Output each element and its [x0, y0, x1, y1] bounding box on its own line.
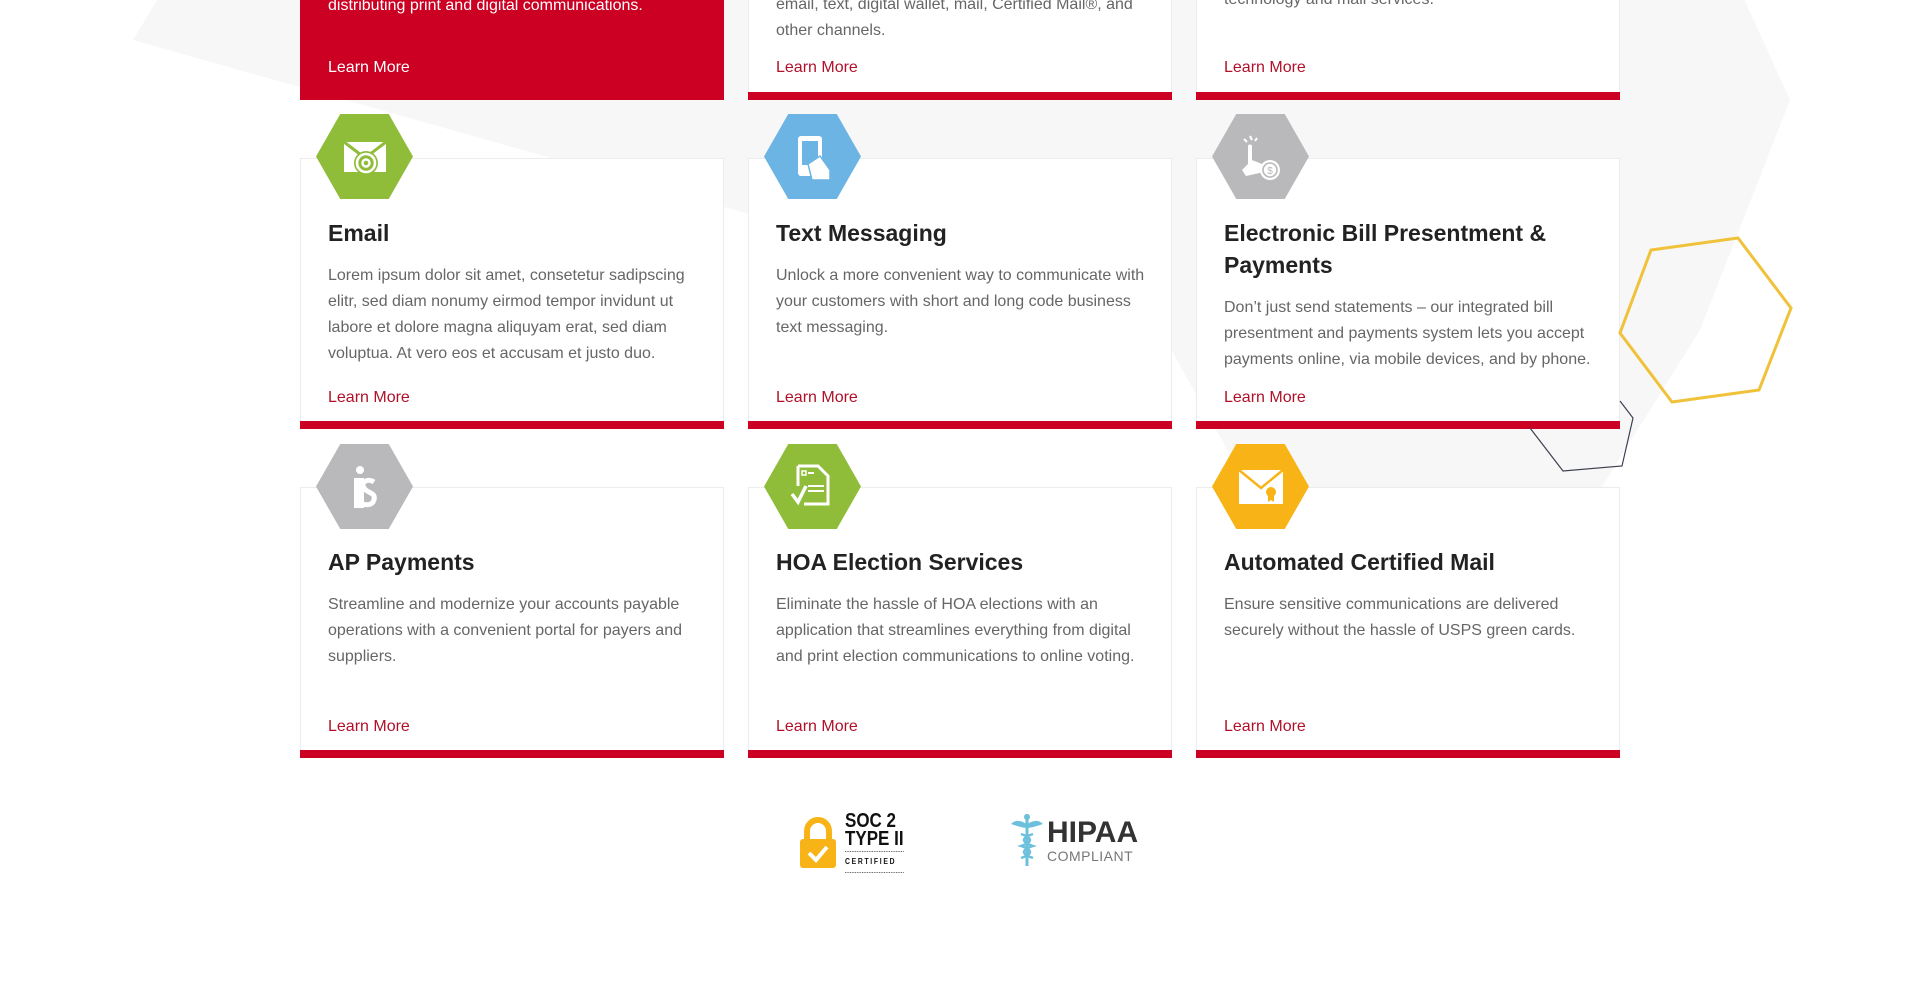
learn-more-link[interactable]: Learn More	[1224, 718, 1306, 736]
card-description: Streamline and modernize your accounts p…	[328, 596, 682, 665]
card-description: Lorem ipsum dolor sit amet, consetetur s…	[328, 267, 685, 362]
soc2-badge: SOC 2 TYPE II CERTIFIED	[799, 811, 914, 873]
card-accent-bar	[748, 421, 1172, 429]
card-description: technology and mail services.	[1224, 0, 1604, 13]
card-accent-bar	[300, 750, 724, 758]
card-accent-bar	[1196, 92, 1620, 100]
card-description: Eliminate the hassle of HOA elections wi…	[776, 596, 1135, 665]
certification-logos: SOC 2 TYPE II CERTIFIED HIPAA COMPLIANT	[0, 811, 1920, 876]
learn-more-link[interactable]: Learn More	[776, 59, 858, 77]
card-accent-bar	[1196, 750, 1620, 758]
soc-line-2: TYPE II	[845, 828, 904, 850]
learn-more-link[interactable]: Learn More	[328, 389, 410, 407]
card-title: HOA Election Services	[776, 549, 1024, 575]
hipaa-line-1: HIPAA	[1047, 815, 1139, 849]
hipaa-badge: HIPAA COMPLIANT	[1009, 812, 1138, 868]
card-description: distributing print and digital communica…	[328, 0, 643, 14]
card-description: Ensure sensitive communications are deli…	[1224, 596, 1576, 639]
learn-more-link[interactable]: Learn More	[1224, 59, 1306, 77]
service-card-featured: distributing print and digital communica…	[300, 0, 724, 100]
padlock-check-icon	[800, 816, 836, 868]
service-card: email, text, digital wallet, mail, Certi…	[748, 0, 1172, 100]
hipaa-line-2: COMPLIANT	[1047, 847, 1134, 864]
learn-more-link[interactable]: Learn More	[1224, 389, 1306, 407]
card-description-line: email, text, digital wallet, mail, Certi…	[776, 0, 1133, 13]
card-title: Text Messaging	[776, 220, 947, 246]
card-title: Email	[328, 220, 390, 246]
learn-more-link[interactable]: Learn More	[328, 718, 410, 736]
learn-more-link[interactable]: Learn More	[776, 718, 858, 736]
card-accent-bar	[300, 421, 724, 429]
card-description: Unlock a more convenient way to communic…	[776, 267, 1145, 336]
card-description-line: other channels.	[776, 22, 886, 39]
card-title: Automated Certified Mail	[1224, 549, 1495, 575]
learn-more-link[interactable]: Learn More	[328, 59, 410, 77]
card-accent-bar	[748, 92, 1172, 100]
learn-more-link[interactable]: Learn More	[776, 389, 858, 407]
decorative-dark-hexagon	[1529, 400, 1634, 472]
svg-text:$: $	[1267, 166, 1273, 177]
card-description: Don’t just send statements – our integra…	[1224, 299, 1591, 368]
service-card: technology and mail services. Learn More	[1196, 0, 1620, 100]
soc-line-3: CERTIFIED	[845, 851, 904, 873]
caduceus-icon	[1011, 814, 1043, 866]
card-accent-bar	[748, 750, 1172, 758]
card-title: Electronic Bill Presentment & Payments	[1224, 220, 1547, 278]
decorative-yellow-hexagon	[1618, 236, 1793, 404]
card-title: AP Payments	[328, 549, 475, 575]
